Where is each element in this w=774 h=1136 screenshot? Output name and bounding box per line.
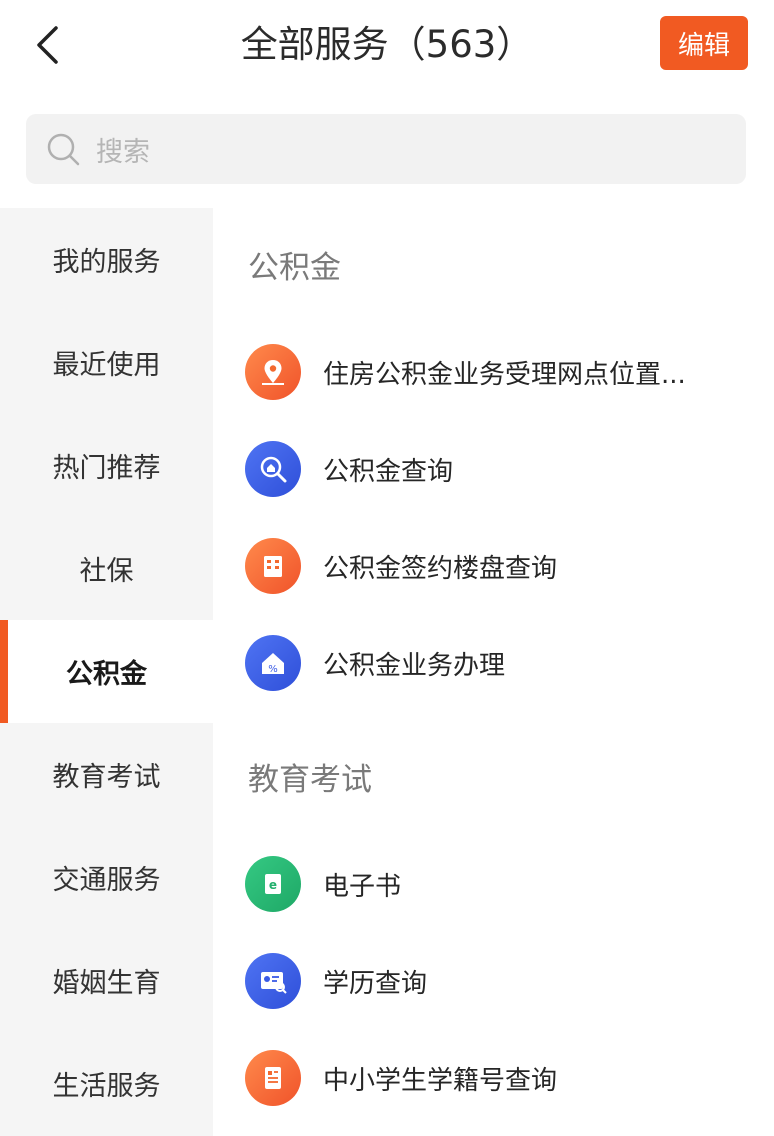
sidebar-item-label: 最近使用	[52, 350, 161, 381]
certificate-search-icon	[245, 953, 301, 1009]
document-icon	[245, 1050, 301, 1106]
service-label: 中小学生学籍号查询	[323, 1065, 558, 1096]
sidebar-item-label: 教育考试	[52, 762, 161, 793]
sidebar-item-label: 生活服务	[52, 1071, 161, 1102]
map-pin-icon	[245, 344, 301, 400]
sidebar-item-transport[interactable]: 交通服务	[0, 826, 213, 929]
header: 全部服务（563） 编辑	[0, 0, 774, 92]
service-item[interactable]: 公积金查询	[245, 439, 765, 499]
service-item[interactable]: % 公积金业务办理	[245, 633, 765, 693]
search-input[interactable]: 搜索	[26, 114, 746, 184]
service-item[interactable]: 住房公积金业务受理网点位置...	[245, 342, 765, 402]
house-percent-icon: %	[245, 635, 301, 691]
service-item[interactable]: 中小学生学籍号查询	[245, 1048, 765, 1108]
service-label: 公积金签约楼盘查询	[323, 553, 558, 584]
building-icon	[245, 538, 301, 594]
sidebar-item-recent[interactable]: 最近使用	[0, 311, 213, 414]
sidebar-item-label: 婚姻生育	[52, 968, 161, 999]
page-title: 全部服务（563）	[240, 23, 534, 66]
service-item[interactable]: 公积金签约楼盘查询	[245, 536, 765, 596]
search-house-icon	[245, 441, 301, 497]
sidebar-item-label: 热门推荐	[52, 453, 161, 484]
sidebar-item-label: 我的服务	[52, 247, 161, 278]
svg-text:%: %	[268, 664, 278, 675]
sidebar-item-my-services[interactable]: 我的服务	[0, 208, 213, 311]
sidebar-item-education[interactable]: 教育考试	[0, 723, 213, 826]
active-indicator	[0, 620, 8, 723]
service-list: 公积金 住房公积金业务受理网点位置... 公积金查询 公积金签约楼盘查询 % 公…	[213, 208, 774, 1136]
sidebar-item-marriage[interactable]: 婚姻生育	[0, 929, 213, 1032]
category-sidebar: 我的服务 最近使用 热门推荐 社保 公积金 教育考试 交通服务 婚姻生育 生活服…	[0, 208, 213, 1136]
sidebar-item-label: 社保	[79, 556, 134, 587]
sidebar-item-label: 公积金	[66, 659, 147, 690]
service-item[interactable]: e 电子书	[245, 854, 765, 914]
sidebar-item-popular[interactable]: 热门推荐	[0, 414, 213, 517]
sidebar-item-label: 交通服务	[52, 865, 161, 896]
service-label: 住房公积金业务受理网点位置...	[323, 359, 686, 390]
search-placeholder: 搜索	[96, 136, 150, 168]
service-label: 电子书	[323, 871, 402, 902]
service-label: 公积金查询	[323, 456, 454, 487]
sidebar-item-social-security[interactable]: 社保	[0, 517, 213, 620]
sidebar-item-life[interactable]: 生活服务	[0, 1032, 213, 1135]
sidebar-item-housing-fund[interactable]: 公积金	[0, 620, 213, 723]
service-label: 学历查询	[323, 968, 428, 999]
service-item[interactable]: 学历查询	[245, 951, 765, 1011]
svg-text:e: e	[269, 878, 277, 892]
ebook-icon: e	[245, 856, 301, 912]
section-title: 公积金	[248, 250, 341, 286]
service-label: 公积金业务办理	[323, 650, 506, 681]
search-icon	[47, 133, 80, 166]
section-title: 教育考试	[248, 762, 372, 798]
edit-button[interactable]: 编辑	[660, 16, 748, 70]
